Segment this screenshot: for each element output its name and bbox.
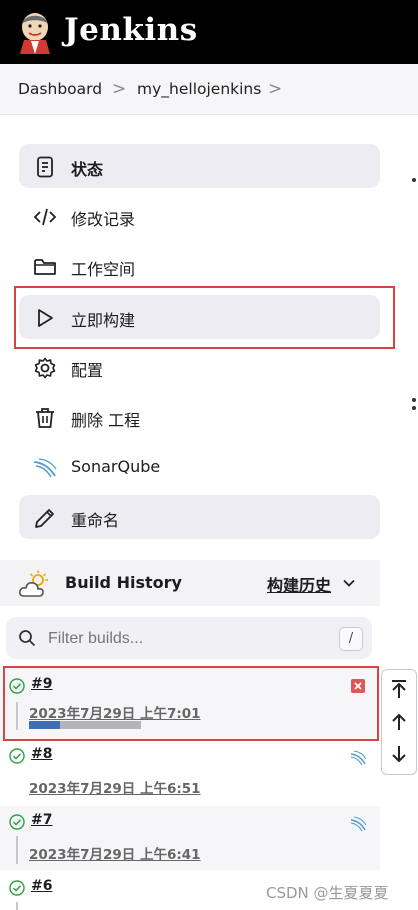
- arrow-down-icon: [392, 746, 406, 763]
- breadcrumb: Dashboard > my_hellojenkins >: [0, 64, 418, 115]
- task-delete-project[interactable]: 删除 工程: [19, 395, 380, 439]
- filter-builds-box: /: [6, 617, 372, 659]
- task-label: 工作空间: [71, 260, 136, 279]
- task-status[interactable]: 状态: [19, 144, 380, 188]
- breadcrumb-separator: >: [268, 79, 283, 99]
- build-date[interactable]: 2023年7月29日 上午6:41: [29, 843, 201, 863]
- task-label: 删除 工程: [71, 411, 141, 430]
- build-now-highlight: [14, 286, 395, 349]
- task-rename[interactable]: 重命名: [19, 495, 380, 539]
- build-history-link[interactable]: 构建历史: [267, 572, 331, 596]
- sonarqube-icon[interactable]: [350, 816, 366, 832]
- build-history-header: Build History 构建历史: [0, 560, 380, 606]
- status-icon: [37, 156, 53, 178]
- build-number[interactable]: #8: [31, 746, 52, 762]
- build-row-7[interactable]: #7 2023年7月29日 上午6:41: [0, 806, 380, 870]
- breadcrumb-dashboard[interactable]: Dashboard: [18, 80, 102, 98]
- success-check-icon: [9, 880, 25, 896]
- task-label: 状态: [71, 160, 104, 179]
- success-check-icon: [9, 748, 25, 764]
- keyboard-shortcut-badge: /: [339, 627, 363, 651]
- task-sonarqube[interactable]: SonarQube: [19, 445, 380, 489]
- sonarqube-icon[interactable]: [350, 750, 366, 766]
- watermark-text: CSDN @生夏夏夏: [266, 884, 389, 902]
- edge-mark: [412, 178, 416, 182]
- build-row-8[interactable]: #8 2023年7月29日 上午6:51: [0, 742, 380, 804]
- sonarqube-icon: [33, 458, 57, 478]
- build-number[interactable]: #7: [31, 812, 52, 828]
- search-icon: [19, 630, 36, 647]
- gear-icon: [34, 357, 56, 379]
- scroll-down-button[interactable]: [382, 738, 416, 772]
- edge-mark: [412, 406, 416, 410]
- arrow-up-icon: [392, 713, 406, 730]
- pencil-icon: [35, 509, 54, 528]
- scroll-up-button[interactable]: [382, 705, 416, 739]
- folder-icon: [34, 259, 56, 275]
- top-header: Jenkins: [0, 0, 418, 64]
- jenkins-brand-title[interactable]: Jenkins: [64, 12, 198, 48]
- build-9-highlight: [3, 666, 379, 741]
- task-label: 重命名: [71, 511, 120, 530]
- breadcrumb-separator: >: [112, 79, 127, 99]
- build-date[interactable]: 2023年7月29日 上午6:51: [29, 777, 201, 797]
- filter-builds-input[interactable]: [46, 625, 330, 653]
- build-number[interactable]: #6: [31, 878, 52, 894]
- task-label: 修改记录: [71, 210, 136, 229]
- scroll-controls: [381, 669, 417, 775]
- breadcrumb-project[interactable]: my_hellojenkins: [137, 80, 261, 98]
- task-label: 配置: [71, 361, 104, 380]
- trash-icon: [36, 408, 54, 428]
- jenkins-logo-icon[interactable]: [16, 10, 54, 54]
- weather-cloud-sun-icon: [19, 570, 48, 597]
- task-workspace[interactable]: 工作空间: [19, 244, 380, 288]
- code-icon: [33, 208, 57, 226]
- chevron-down-icon[interactable]: [342, 576, 356, 590]
- task-label: SonarQube: [71, 457, 161, 476]
- timeline-line: [16, 836, 18, 864]
- arrow-to-top-icon: [392, 680, 406, 698]
- task-changes[interactable]: 修改记录: [19, 194, 380, 238]
- scroll-to-top-button[interactable]: [382, 672, 416, 706]
- timeline-line: [16, 902, 18, 910]
- build-history-title: Build History: [65, 573, 182, 592]
- success-check-icon: [9, 814, 25, 830]
- edge-mark: [412, 398, 416, 402]
- task-configure[interactable]: 配置: [19, 345, 380, 389]
